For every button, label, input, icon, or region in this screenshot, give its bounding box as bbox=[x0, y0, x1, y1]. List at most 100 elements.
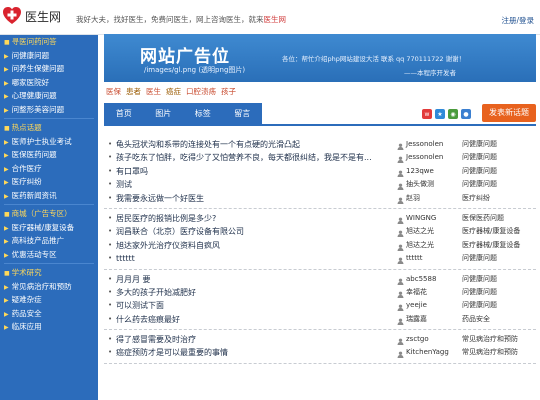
tab-tags[interactable]: 标签 bbox=[183, 103, 223, 124]
topic-author[interactable]: Jessonolen bbox=[406, 151, 443, 164]
tag-link[interactable]: 口腔溃疡 bbox=[186, 86, 216, 98]
topic-author[interactable]: 抽头做测 bbox=[406, 178, 434, 191]
topic-title-link[interactable]: 旭达家外光治疗仪资料自疯风 bbox=[116, 239, 220, 252]
topic-title-link[interactable]: 可以测试下面 bbox=[116, 299, 164, 312]
sidebar-item[interactable]: ▶ 心理健康问题 bbox=[4, 89, 98, 102]
topic-title-link[interactable]: tttttt bbox=[116, 252, 135, 265]
topic-author[interactable]: KitchenYagg bbox=[406, 346, 449, 359]
topic-row: • tttttt tttttt 问健康问题 bbox=[104, 252, 536, 265]
topic-author[interactable]: 赵羽 bbox=[406, 192, 420, 205]
sidebar-item[interactable]: ▶ 问整形美容问题 bbox=[4, 103, 98, 116]
topic-author[interactable]: 幸福花 bbox=[406, 286, 427, 299]
tab-images[interactable]: 图片 bbox=[144, 103, 184, 124]
topic-title-link[interactable]: 有口罩吗 bbox=[116, 165, 148, 178]
topic-category[interactable]: 问健康问题 bbox=[462, 178, 497, 191]
site-logo[interactable]: 医生网 bbox=[2, 4, 82, 28]
topic-title-link[interactable]: 润昌联合（北京）医疗设备有限公司 bbox=[116, 225, 244, 238]
sidebar-item[interactable]: ▶ 临床应用 bbox=[4, 320, 98, 333]
sidebar-item[interactable]: ▶ 医师护士执业考试 bbox=[4, 135, 98, 148]
tab-home[interactable]: 首页 bbox=[104, 103, 144, 124]
topic-author[interactable]: abc5588 bbox=[406, 273, 436, 286]
sidebar-item-label: 合作医疗 bbox=[11, 163, 42, 173]
sidebar-item[interactable]: ▶ 问健康问题 bbox=[4, 49, 98, 62]
sidebar-item[interactable]: ▶ 药品安全 bbox=[4, 307, 98, 320]
topic-category[interactable]: 常见病治疗和预防 bbox=[462, 346, 518, 359]
sidebar-item[interactable]: ▶ 医疗器械/康复设备 bbox=[4, 221, 98, 234]
topic-category[interactable]: 医保医药问题 bbox=[462, 212, 504, 225]
topic-title-link[interactable]: 龟头冠状沟和系带的连接处有一个有点硬的光滑凸起 bbox=[116, 138, 300, 151]
sidebar-item[interactable]: ▶ 医药新闻资讯 bbox=[4, 189, 98, 202]
user-icon bbox=[397, 255, 404, 265]
sidebar-item[interactable]: ▶ 高科技产品推广 bbox=[4, 234, 98, 247]
sidebar-item[interactable]: ▶ 优惠活动专区 bbox=[4, 248, 98, 261]
tag-link[interactable]: 孩子 bbox=[221, 86, 236, 98]
sidebar-group-title[interactable]: ■ 寻医问药问答 bbox=[4, 35, 98, 49]
sidebar-item-label: 问整形美容问题 bbox=[11, 104, 65, 114]
topic-title-link[interactable]: 居民医疗的报销比例是多少? bbox=[116, 212, 216, 225]
topic-title-link[interactable]: 多大的孩子开始减肥好 bbox=[116, 286, 196, 299]
sidebar-item[interactable]: ▶ 医疗纠纷 bbox=[4, 175, 98, 188]
topic-category[interactable]: 药品安全 bbox=[462, 313, 490, 326]
topic-category[interactable]: 问健康问题 bbox=[462, 138, 497, 151]
topic-category[interactable]: 问健康问题 bbox=[462, 273, 497, 286]
sidebar-group-title[interactable]: ■ 商城（广告专区） bbox=[4, 207, 98, 221]
tag-link[interactable]: 医生 bbox=[146, 86, 161, 98]
register-login-link[interactable]: 注册/登录 bbox=[501, 15, 534, 26]
topic-category[interactable]: 医疗纠纷 bbox=[462, 192, 490, 205]
tab-guestbook[interactable]: 留言 bbox=[223, 103, 263, 124]
topic-title-link[interactable]: 癌症预防才是可以最重要的事情 bbox=[116, 346, 228, 359]
topic-category[interactable]: 问健康问题 bbox=[462, 151, 497, 164]
slogan-highlight[interactable]: 医生网 bbox=[264, 15, 287, 24]
topic-title-link[interactable]: 测试 bbox=[116, 178, 132, 191]
sidebar-group-title[interactable]: ■ 热点话题 bbox=[4, 121, 98, 135]
new-topic-button[interactable]: 发表新话题 bbox=[482, 104, 536, 122]
top-bar: 医生网 我好大夫，找好医生，免费问医生，网上咨询医生，就来医生网 注册/登录 bbox=[0, 0, 540, 35]
ad-banner[interactable]: 网站广告位 /images/gl.png (透明png图片) 各位：帮忙介绍ph… bbox=[104, 34, 536, 82]
topic-author[interactable]: tttttt bbox=[406, 252, 422, 265]
topic-author[interactable]: WINGNG bbox=[406, 212, 436, 225]
sidebar-group-title[interactable]: ■ 学术研究 bbox=[4, 266, 98, 280]
user-icon bbox=[397, 242, 404, 251]
topic-category[interactable]: 问健康问题 bbox=[462, 252, 497, 265]
qzone-icon[interactable]: ★ bbox=[435, 109, 445, 119]
topic-category[interactable]: 问健康问题 bbox=[462, 299, 497, 312]
qq-icon[interactable]: ● bbox=[461, 109, 471, 119]
topic-title-link[interactable]: 什么药去癌痕最好 bbox=[116, 313, 180, 326]
sidebar-divider bbox=[4, 203, 94, 205]
site-name: 医生网 bbox=[25, 9, 62, 24]
tag-link[interactable]: 患者 bbox=[126, 86, 141, 98]
arrow-right-icon: ▶ bbox=[4, 79, 9, 87]
topic-author[interactable]: 瑞露嘉 bbox=[406, 313, 427, 326]
sidebar-item[interactable]: ▶ 问养生保健问题 bbox=[4, 62, 98, 75]
topic-author[interactable]: zsctgo bbox=[406, 333, 429, 346]
sidebar-item[interactable]: ▶ 医保医药问题 bbox=[4, 148, 98, 161]
bullet-icon: • bbox=[108, 227, 113, 236]
topic-title-link[interactable]: 得了感冒需要及时治疗 bbox=[116, 333, 196, 346]
sidebar-group: ■ 学术研究 ▶ 常见病治疗和预防 ▶ 疑难杂症 ▶ 药品安全 ▶ 临床应用 bbox=[0, 266, 98, 334]
topic-author[interactable]: yeejie bbox=[406, 299, 427, 312]
topic-row: • 多大的孩子开始减肥好 幸福花 问健康问题 bbox=[104, 286, 536, 299]
bullet-icon: • bbox=[108, 314, 113, 323]
topic-category[interactable]: 问健康问题 bbox=[462, 286, 497, 299]
sidebar-item[interactable]: ▶ 合作医疗 bbox=[4, 162, 98, 175]
topic-category[interactable]: 医疗器械/康复设备 bbox=[462, 225, 520, 238]
wechat-icon[interactable]: ◉ bbox=[448, 109, 458, 119]
topic-category[interactable]: 医疗器械/康复设备 bbox=[462, 239, 520, 252]
bullet-icon: • bbox=[108, 140, 113, 148]
topic-author[interactable]: 123qwe bbox=[406, 165, 434, 178]
topic-title-link[interactable]: 孩子吃东了怕胖，吃得少了又怕营养不良，每天都很纠结，我是不是有... bbox=[116, 151, 372, 164]
topic-category[interactable]: 常见病治疗和预防 bbox=[462, 333, 518, 346]
tag-link[interactable]: 癌症 bbox=[166, 86, 181, 98]
sidebar-item[interactable]: ▶ 疑难杂症 bbox=[4, 293, 98, 306]
weibo-icon[interactable]: w bbox=[422, 109, 432, 119]
topic-author[interactable]: 旭达之光 bbox=[406, 239, 434, 252]
topic-title-link[interactable]: 月月月 要 bbox=[116, 273, 151, 286]
topic-author[interactable]: 旭达之光 bbox=[406, 225, 434, 238]
tag-link[interactable]: 医保 bbox=[106, 86, 121, 98]
topic-title-link[interactable]: 我需要永远做一个好医生 bbox=[116, 192, 204, 205]
sidebar-item[interactable]: ▶ 常见病治疗和预防 bbox=[4, 280, 98, 293]
sidebar-item[interactable]: ▶ 哪家医院好 bbox=[4, 76, 98, 89]
square-bullet-icon: ■ bbox=[4, 270, 10, 278]
topic-category[interactable]: 问健康问题 bbox=[462, 165, 497, 178]
topic-author[interactable]: Jessonolen bbox=[406, 138, 443, 151]
